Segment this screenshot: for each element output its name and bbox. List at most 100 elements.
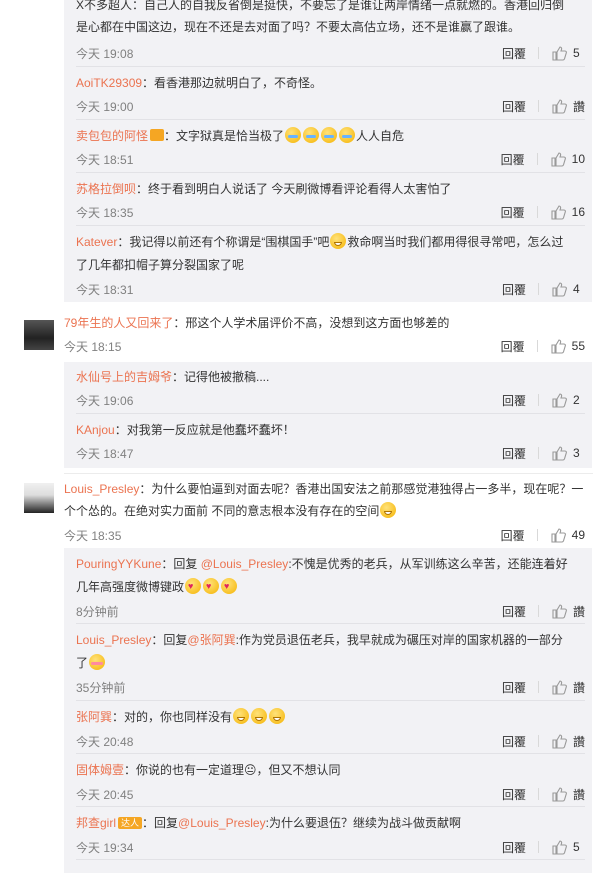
like-count: 讚	[572, 99, 585, 114]
username-link[interactable]: Louis_Presley	[64, 482, 139, 496]
divider	[536, 206, 538, 218]
reply-button[interactable]: 回覆	[502, 281, 526, 298]
username-link[interactable]: Katever	[76, 235, 117, 249]
comment-body: ：为什么要怕逼到对面去呢？香港出国安法之前那感觉港独得占一多半，现在呢？一	[139, 482, 584, 496]
like-button[interactable]: 49	[550, 527, 585, 543]
username-link[interactable]: AoiTK29309	[76, 76, 142, 90]
username-link[interactable]: 苏格拉倒呗	[76, 182, 136, 196]
username-link[interactable]: Louis_Presley	[76, 633, 151, 647]
laugh-emoji-icon	[251, 708, 268, 724]
mention-link[interactable]: @Louis_Presley	[201, 557, 289, 571]
reply-button[interactable]: 回覆	[502, 839, 526, 856]
like-button[interactable]: 讚	[551, 98, 585, 115]
comment-body: 几年高强度微博键政	[76, 580, 185, 594]
comment-text: Louis_Presley：为什么要怕逼到对面去呢？香港出国安法之前那感觉港独得…	[64, 478, 585, 500]
reply-button[interactable]: 回覆	[501, 151, 525, 168]
like-button[interactable]: 10	[550, 151, 585, 167]
divider	[538, 47, 539, 59]
like-button[interactable]: 2	[551, 392, 585, 408]
comment-actions: 回覆 10	[501, 150, 585, 168]
like-count: 4	[573, 282, 580, 296]
divider	[76, 119, 585, 120]
thumbs-up-icon	[552, 393, 567, 408]
divider	[76, 753, 585, 754]
comment-body: ：文字狱真是恰当极了	[164, 129, 285, 143]
divider	[76, 225, 585, 226]
avatar[interactable]	[24, 320, 54, 350]
like-button[interactable]: 讚	[551, 786, 585, 803]
username-link[interactable]: 固体姆壹	[76, 763, 124, 777]
comment-actions: 回覆 2	[502, 391, 585, 409]
like-button[interactable]: 5	[551, 839, 585, 855]
username-link[interactable]: 79年生的人又回来了	[64, 316, 173, 330]
divider	[76, 806, 585, 807]
username-link[interactable]: PouringYYKune	[76, 557, 161, 571]
comment-body: ：回复	[161, 557, 201, 571]
timestamp: 今天 18:35	[76, 206, 134, 220]
comment-text: 是心都在中国这边，现在不还是去对面了吗？不要太高估立场，还不是谁赢了跟谁。	[76, 20, 521, 34]
comment-body: :不愧是优秀的老兵，从军训练这么辛苦，还能连着好	[288, 557, 568, 571]
comment-body: ：记得他被撤稿....	[172, 370, 270, 384]
reply-button[interactable]: 回覆	[501, 204, 525, 221]
reply-button[interactable]: 回覆	[502, 679, 526, 696]
comment-actions: 回覆 3	[502, 444, 585, 462]
thumbs-up-icon	[551, 339, 566, 354]
username-link[interactable]: 邦查girl	[76, 816, 116, 830]
username-link[interactable]: 水仙号上的吉姆爷	[76, 370, 172, 384]
comment-actions: 回覆 16	[501, 203, 585, 221]
like-button[interactable]: 5	[551, 45, 585, 61]
comment-body: ：对我第一反应就是他蠢坏蠢坏！	[114, 423, 295, 437]
thumbs-up-icon	[552, 446, 567, 461]
like-count: 55	[571, 339, 585, 353]
list-item: Louis_Presley：为什么要怕逼到对面去呢？香港出国安法之前那感觉港独得…	[64, 478, 585, 544]
comment-text: 苏格拉倒呗：终于看到明白人说话了 今天刷微博看评论看得人太害怕了	[76, 178, 585, 200]
like-button[interactable]: 55	[550, 338, 585, 354]
like-button[interactable]: 3	[551, 445, 585, 461]
like-button[interactable]: 讚	[551, 733, 585, 750]
comment-body: ：回复	[142, 816, 179, 830]
comment-actions: 回覆 55	[501, 337, 585, 355]
reply-button[interactable]: 回覆	[502, 445, 526, 462]
divider	[76, 700, 585, 701]
comment-actions: 回覆 5	[502, 838, 585, 856]
like-button[interactable]: 讚	[551, 679, 585, 696]
comment-actions: 回覆 讚	[502, 678, 585, 696]
mention-link[interactable]: @张阿巽	[187, 633, 235, 647]
comment-body: ：看香港那边就明白了，不奇怪。	[142, 76, 323, 90]
heart-eyes-emoji-icon	[203, 578, 220, 594]
laugh-emoji-icon	[380, 502, 397, 518]
thumbs-up-icon	[552, 787, 567, 802]
divider	[537, 681, 539, 693]
reply-button[interactable]: 回覆	[502, 733, 526, 750]
reply-button[interactable]: 回覆	[502, 786, 526, 803]
divider	[537, 788, 539, 800]
laugh-emoji-icon	[269, 708, 286, 724]
username-link[interactable]: 张阿巽	[76, 710, 112, 724]
avatar[interactable]	[24, 483, 54, 513]
comment-text: 水仙号上的吉姆爷：记得他被撤稿....	[76, 366, 585, 388]
list-item: X不多超人：自己人的自我反省倒是挺快，不要忘了是谁让两岸情绪一点就燃的。香港回归…	[76, 0, 585, 64]
timestamp: 今天 20:48	[76, 735, 134, 749]
comment-actions: 回覆 讚	[502, 732, 585, 750]
list-item: KAnjou：对我第一反应就是他蠢坏蠢坏！ 今天 18:47 回覆 3	[76, 419, 585, 465]
reply-button[interactable]: 回覆	[502, 392, 526, 409]
timestamp: 今天 18:31	[76, 283, 134, 297]
like-count: 2	[573, 393, 580, 407]
mention-link[interactable]: @Louis_Presley	[178, 816, 266, 830]
comment-text: 个个怂的。在绝对实力面前 不同的意志根本没有存在的空间	[64, 500, 585, 522]
like-button[interactable]: 4	[551, 281, 585, 297]
like-button[interactable]: 讚	[551, 603, 585, 620]
like-button[interactable]: 16	[550, 204, 585, 220]
reply-button[interactable]: 回覆	[501, 527, 525, 544]
username-link[interactable]: KAnjou	[76, 423, 115, 437]
reply-button[interactable]: 回覆	[502, 45, 526, 62]
list-item: 固体姆壹：你说的也有一定道理😐，但又不想认同 今天 20:45 回覆 讚	[76, 759, 585, 805]
username-link[interactable]: 卖包包的阿怪	[76, 129, 148, 143]
reply-button[interactable]: 回覆	[501, 338, 525, 355]
talent-badge: 达人	[118, 817, 143, 829]
reply-button[interactable]: 回覆	[502, 603, 526, 620]
comment-text: 张阿巽：对的，你也同样没有	[76, 706, 585, 728]
reply-button[interactable]: 回覆	[502, 98, 526, 115]
comment-body: ：邢这个人学术届评价不高，没想到这方面也够差的	[173, 316, 450, 330]
comment-text: KAnjou：对我第一反应就是他蠢坏蠢坏！	[76, 419, 585, 441]
